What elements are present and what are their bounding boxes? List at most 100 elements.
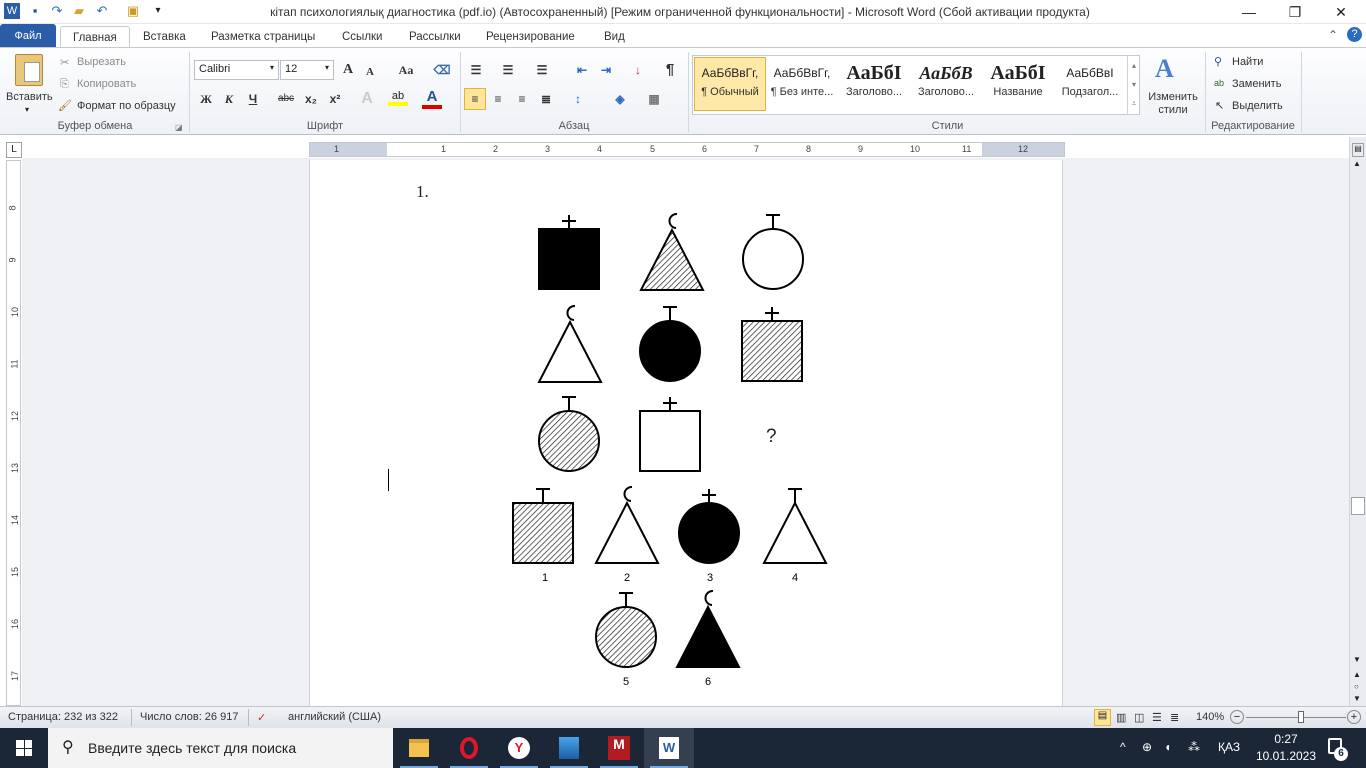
styles-scroll[interactable]: ▴ ▾ ⩡ [1127, 56, 1140, 114]
align-left-icon[interactable]: ≡ [464, 88, 486, 110]
next-page-icon[interactable]: ▼ [1353, 694, 1361, 703]
word-count[interactable]: Число слов: 26 917 [140, 711, 238, 723]
tab-page-layout[interactable]: Разметка страницы [199, 26, 327, 48]
taskbar-search[interactable]: ⚲ Введите здесь текст для поиска [48, 728, 393, 768]
view-ruler-icon[interactable]: ▤ [1352, 143, 1364, 157]
style-item[interactable]: АаБбВвГг, ¶ Обычный [694, 57, 766, 111]
web-layout-icon[interactable]: ◫ [1134, 711, 1144, 724]
multilevel-list-icon[interactable]: ☰ [532, 60, 552, 80]
proofing-icon[interactable]: ✓ [257, 711, 266, 724]
restore-icon[interactable]: ❐ [1272, 0, 1318, 24]
outline-icon[interactable]: ☰ [1152, 711, 1162, 724]
open-icon[interactable]: ▰ [71, 3, 87, 19]
replace-button[interactable]: Заменить [1232, 78, 1281, 90]
redo-icon[interactable]: ↷ [49, 3, 65, 19]
dialog-launcher-icon[interactable]: ◪ [175, 123, 183, 132]
show-formatting-button[interactable]: ¶ [660, 60, 680, 80]
zoom-slider[interactable] [1246, 717, 1346, 718]
volume-icon[interactable]: ◖ [1164, 740, 1171, 754]
cut-button[interactable]: Вырезать [77, 56, 126, 68]
file-explorer-icon[interactable] [394, 728, 444, 768]
horizontal-ruler[interactable]: 1 1 2 3 4 5 6 7 8 9 10 11 12 [309, 142, 1065, 157]
tray-expand-icon[interactable]: ^ [1120, 740, 1126, 754]
clear-formatting-icon[interactable]: ⌫ [432, 60, 452, 80]
tab-review[interactable]: Рецензирование [474, 26, 587, 48]
justify-icon[interactable]: ≣ [536, 89, 556, 109]
paste-dropdown-icon[interactable]: ▾ [25, 105, 29, 114]
borders-icon[interactable]: ▦ [644, 89, 664, 109]
select-button[interactable]: Выделить [1232, 100, 1283, 112]
sort-icon[interactable]: ↓ [628, 60, 648, 80]
page-count[interactable]: Страница: 232 из 322 [8, 711, 118, 723]
font-color-button[interactable]: A [422, 88, 442, 110]
photos-icon[interactable] [544, 728, 594, 768]
increase-indent-icon[interactable]: ⇥ [596, 60, 616, 80]
subscript-button[interactable]: x₂ [301, 89, 321, 109]
start-icon[interactable] [16, 740, 32, 756]
undo-icon[interactable]: ↶ [94, 3, 110, 19]
zoom-level[interactable]: 140% [1196, 711, 1224, 723]
change-case-button[interactable]: Aa [392, 60, 420, 80]
language-indicator[interactable]: английский (США) [288, 711, 381, 723]
style-item[interactable]: АаБбI Заголово... [838, 57, 910, 111]
tab-mailings[interactable]: Рассылки [397, 26, 473, 48]
network-icon[interactable]: ⊕ [1142, 740, 1152, 754]
font-size-select[interactable]: 12 ▾ [280, 60, 334, 80]
shading-icon[interactable]: ◈ [610, 89, 630, 109]
zoom-slider-thumb[interactable] [1298, 711, 1304, 723]
print-layout-icon[interactable]: ▤ [1094, 709, 1111, 726]
input-language[interactable]: ҚАЗ [1218, 740, 1240, 754]
strikethrough-button[interactable]: abc [276, 89, 296, 109]
pdf-app-icon[interactable]: M [594, 728, 644, 768]
tab-home[interactable]: Главная [60, 26, 130, 48]
minimize-ribbon-icon[interactable]: ⌃ [1328, 28, 1338, 42]
decrease-indent-icon[interactable]: ⇤ [572, 60, 592, 80]
search-input[interactable]: Введите здесь текст для поиска [88, 740, 296, 756]
quick-print-icon[interactable]: ▣ [125, 3, 141, 19]
tab-view[interactable]: Вид [592, 26, 637, 48]
scroll-down-icon[interactable]: ▼ [1353, 655, 1361, 664]
style-item[interactable]: АаБбI Название [982, 57, 1054, 111]
document-page[interactable]: 1. ? [309, 160, 1063, 708]
zoom-in-icon[interactable]: + [1347, 710, 1361, 724]
copy-button[interactable]: Копировать [77, 78, 136, 90]
customize-icon[interactable]: ▾ [150, 3, 166, 19]
change-styles-button[interactable]: Изменить стили [1146, 91, 1200, 117]
tab-file[interactable]: Файл [0, 24, 56, 48]
zoom-out-icon[interactable]: − [1230, 710, 1244, 724]
font-name-select[interactable]: Calibri ▾ [194, 60, 279, 80]
paste-icon[interactable] [15, 54, 43, 86]
style-item[interactable]: АаБбВвI Подзагол... [1054, 57, 1126, 111]
bluetooth-icon[interactable]: ⁂ [1188, 740, 1200, 754]
word-logo-icon[interactable]: W [4, 3, 20, 19]
numbering-icon[interactable]: ☰ [498, 60, 518, 80]
style-item[interactable]: АаБбВвГг, ¶ Без инте... [766, 57, 838, 111]
scroll-up-icon[interactable]: ▲ [1353, 159, 1361, 168]
close-icon[interactable]: ✕ [1318, 0, 1364, 24]
bullets-icon[interactable]: ☰ [466, 60, 486, 80]
tab-references[interactable]: Ссылки [330, 26, 395, 48]
opera-icon[interactable] [444, 728, 494, 768]
highlight-color-button[interactable]: ab [388, 90, 408, 110]
italic-button[interactable]: К [219, 89, 239, 109]
help-icon[interactable]: ? [1347, 27, 1362, 42]
tab-selector[interactable]: L [6, 142, 22, 158]
find-button[interactable]: Найти [1232, 56, 1263, 68]
vertical-ruler[interactable]: 8 9 10 11 12 13 14 15 16 17 [6, 160, 21, 706]
format-painter-button[interactable]: Формат по образцу [77, 100, 176, 112]
shrink-font-button[interactable]: A [360, 62, 380, 82]
style-item[interactable]: АаБбВ Заголово... [910, 57, 982, 111]
grow-font-button[interactable]: A [338, 60, 358, 80]
minimize-icon[interactable]: — [1226, 0, 1272, 24]
save-icon[interactable]: ▪ [27, 3, 43, 19]
text-effects-button[interactable]: A [357, 89, 377, 109]
prev-page-icon[interactable]: ▲ [1353, 670, 1361, 679]
line-spacing-icon[interactable]: ↕ [568, 89, 588, 109]
draft-icon[interactable]: ≣ [1170, 711, 1179, 724]
scroll-thumb[interactable] [1351, 497, 1365, 515]
word-icon[interactable]: W [644, 728, 694, 768]
clock-date[interactable]: 10.01.2023 [1254, 749, 1318, 763]
underline-button[interactable]: Ч [243, 89, 263, 109]
yandex-browser-icon[interactable]: Y [494, 728, 544, 768]
full-screen-reading-icon[interactable]: ▥ [1116, 711, 1126, 724]
